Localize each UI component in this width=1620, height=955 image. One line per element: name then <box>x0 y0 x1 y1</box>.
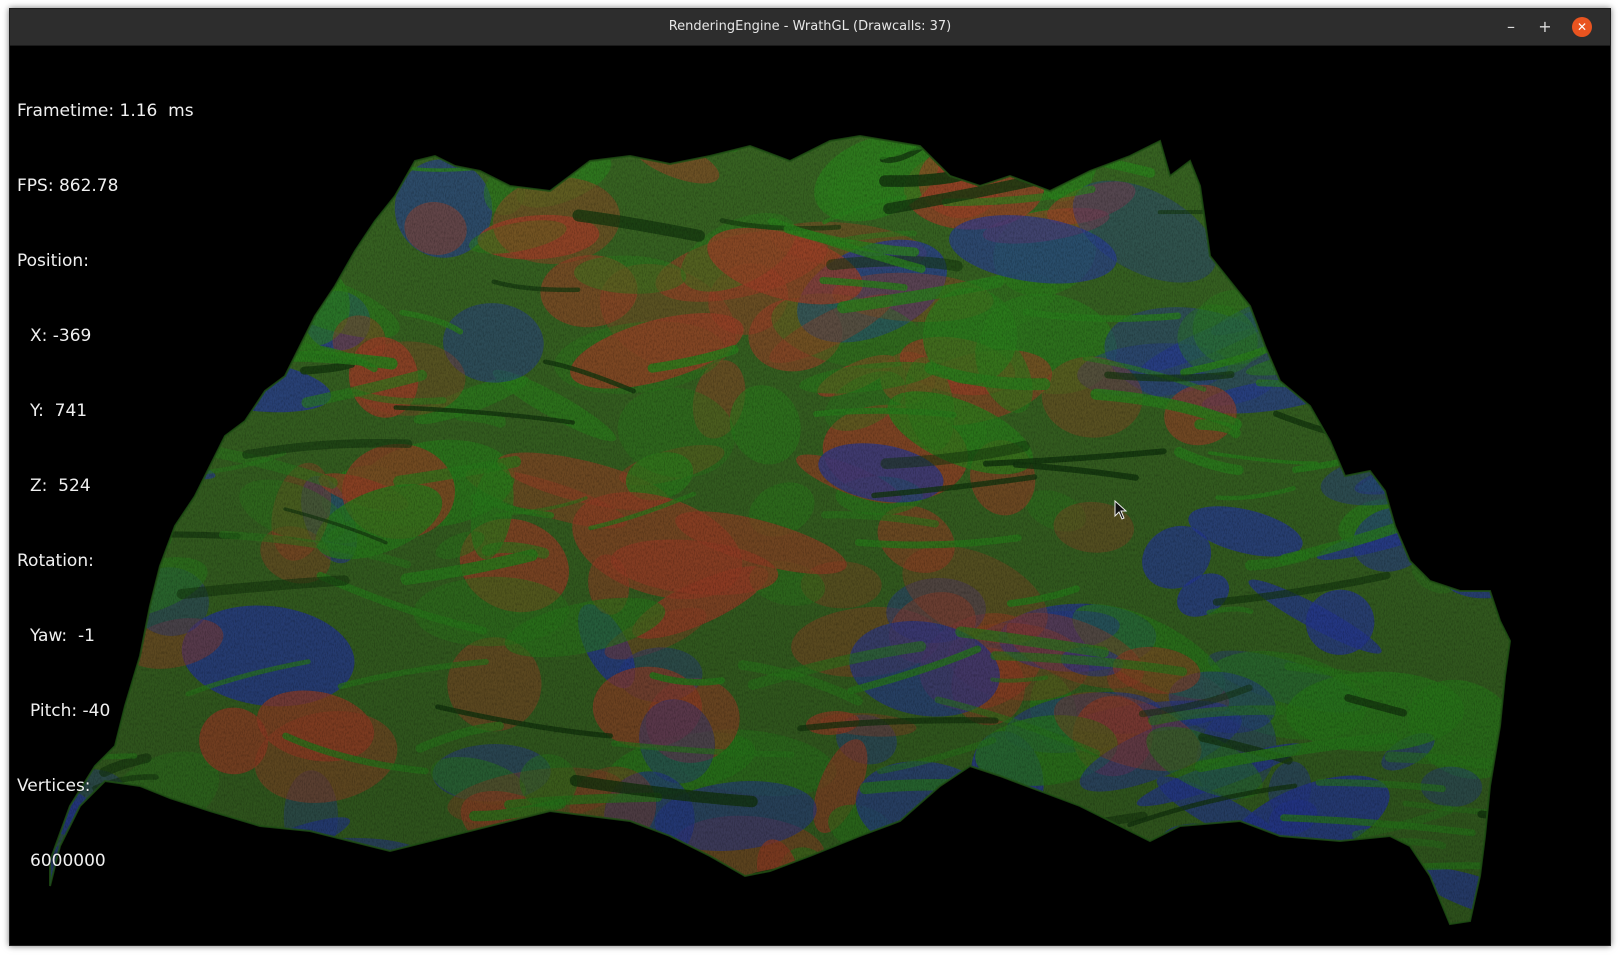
minimize-button[interactable]: – <box>1502 18 1520 36</box>
terrain-mesh <box>49 134 1512 926</box>
maximize-button[interactable]: + <box>1536 18 1554 36</box>
position-heading: Position: <box>17 251 89 271</box>
stats-overlay: Frametime: 1.16 ms FPS: 862.78 Position:… <box>17 49 194 924</box>
vertices-heading: Vertices: <box>17 776 91 796</box>
frametime-readout: Frametime: 1.16 ms <box>17 101 194 121</box>
fps-readout: FPS: 862.78 <box>17 176 119 196</box>
rotation-yaw: Yaw: -1 <box>30 626 95 646</box>
application-window: RenderingEngine - WrathGL (Drawcalls: 37… <box>9 8 1611 946</box>
title-bar[interactable]: RenderingEngine - WrathGL (Drawcalls: 37… <box>10 9 1610 46</box>
mouse-pointer-icon <box>1114 500 1128 520</box>
vertices-count: 6000000 <box>30 851 106 871</box>
render-viewport[interactable]: Frametime: 1.16 ms FPS: 862.78 Position:… <box>10 46 1610 945</box>
rotation-pitch: Pitch: -40 <box>30 701 111 721</box>
close-button[interactable]: ✕ <box>1572 17 1592 37</box>
window-title: RenderingEngine - WrathGL (Drawcalls: 37… <box>668 19 952 34</box>
position-x: X: -369 <box>30 326 92 346</box>
rotation-heading: Rotation: <box>17 551 94 571</box>
position-y: Y: 741 <box>30 401 88 421</box>
position-z: Z: 524 <box>30 476 91 496</box>
